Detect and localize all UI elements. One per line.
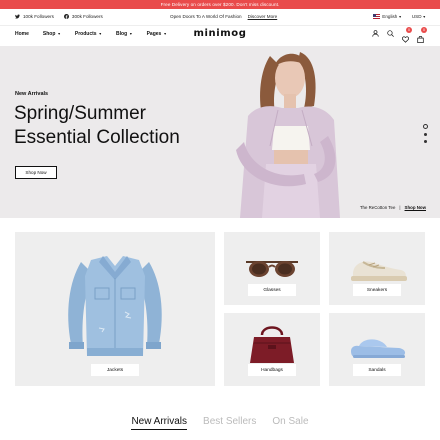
search-icon[interactable] bbox=[387, 30, 394, 37]
promo-text: Open Doors To A World Of Fashion bbox=[170, 14, 242, 19]
category-label-glasses[interactable]: Glasses bbox=[248, 284, 296, 296]
language-value: English bbox=[382, 14, 398, 19]
chevron-down-icon: ▼ bbox=[422, 15, 426, 20]
account-icon[interactable] bbox=[372, 30, 379, 37]
hero-caption-shop-link[interactable]: Shop Now bbox=[405, 205, 426, 210]
twitter-icon bbox=[15, 14, 20, 19]
discover-more-link[interactable]: Discover More bbox=[248, 14, 278, 19]
facebook-icon bbox=[63, 14, 69, 19]
tab-best-sellers[interactable]: Best Sellers bbox=[203, 416, 256, 430]
hero-title-line1: Spring/Summer bbox=[14, 103, 146, 124]
promo-strip: Open Doors To A World Of Fashion Discove… bbox=[170, 14, 277, 19]
chevron-down-icon: ▼ bbox=[398, 15, 402, 19]
facebook-followers[interactable]: 300k Followers bbox=[63, 14, 103, 19]
twitter-followers-text: 100k Followers bbox=[23, 14, 54, 19]
hero-model-image bbox=[236, 52, 340, 218]
hero-product-caption: The ReCotton Tee | Shop Now bbox=[360, 205, 426, 210]
tab-on-sale[interactable]: On Sale bbox=[272, 416, 308, 430]
language-selector[interactable]: English▼ bbox=[373, 14, 402, 20]
category-tile-handbags[interactable]: Handbags bbox=[224, 313, 320, 386]
heart-icon bbox=[401, 36, 410, 43]
hero-title: Spring/Summer Essential Collection bbox=[14, 102, 214, 150]
wishlist-button[interactable]: 0 bbox=[401, 27, 412, 43]
category-label-sandals[interactable]: Sandals bbox=[353, 364, 401, 376]
category-tile-jackets[interactable]: Jackets bbox=[15, 232, 215, 386]
hero-slider-dots bbox=[423, 124, 428, 143]
slider-dot-active[interactable] bbox=[423, 124, 428, 129]
main-header: Home Shop ▼ Products ▼ Blog ▼ Pages ▼ minimo… bbox=[0, 26, 440, 46]
top-info-bar: 100k Followers 300k Followers Open Doors… bbox=[0, 9, 440, 26]
hero-title-line2: Essential Collection bbox=[14, 127, 180, 148]
header-icons: 0 0 bbox=[372, 27, 427, 43]
currency-value: USD bbox=[411, 14, 422, 20]
caption-divider: | bbox=[399, 205, 401, 210]
us-flag-icon bbox=[373, 14, 381, 20]
currency-selector[interactable]: USD▼ bbox=[412, 14, 426, 19]
hero-caption-product: The ReCotton Tee bbox=[359, 205, 396, 210]
locale-selectors: English▼ USD▼ bbox=[373, 14, 426, 20]
category-label-sneakers[interactable]: Sneakers bbox=[353, 284, 401, 296]
wishlist-count-badge: 0 bbox=[406, 27, 412, 33]
product-tabs: New Arrivals Best Sellers On Sale bbox=[0, 416, 440, 430]
cart-button[interactable]: 0 bbox=[417, 27, 427, 43]
tab-new-arrivals[interactable]: New Arrivals bbox=[131, 416, 188, 430]
slider-dot[interactable] bbox=[424, 140, 427, 143]
announcement-bar: Free Delivery on orders over $200. Don't… bbox=[0, 0, 440, 9]
shopping-bag-icon bbox=[417, 35, 424, 43]
category-tile-sneakers[interactable]: Sneakers bbox=[329, 232, 425, 305]
hero-eyebrow: New Arrivals bbox=[15, 91, 49, 97]
denim-jacket-image bbox=[68, 256, 162, 356]
category-tile-glasses[interactable]: Glasses bbox=[224, 232, 320, 305]
cart-count-badge: 0 bbox=[421, 27, 427, 33]
slider-dot[interactable] bbox=[424, 133, 427, 136]
category-tile-sandals[interactable]: Sandals bbox=[329, 313, 425, 386]
category-label-jackets[interactable]: Jackets bbox=[91, 364, 139, 376]
twitter-followers[interactable]: 100k Followers bbox=[15, 14, 54, 19]
facebook-followers-text: 300k Followers bbox=[71, 14, 103, 19]
social-followers: 100k Followers 300k Followers bbox=[15, 14, 103, 19]
hero-shop-now-button[interactable]: Shop Now bbox=[15, 166, 57, 179]
category-label-handbags[interactable]: Handbags bbox=[248, 364, 296, 376]
announcement-text: Free Delivery on orders over $200. Don't… bbox=[160, 2, 280, 7]
hero-banner: New Arrivals Spring/Summer Essential Col… bbox=[0, 46, 440, 218]
